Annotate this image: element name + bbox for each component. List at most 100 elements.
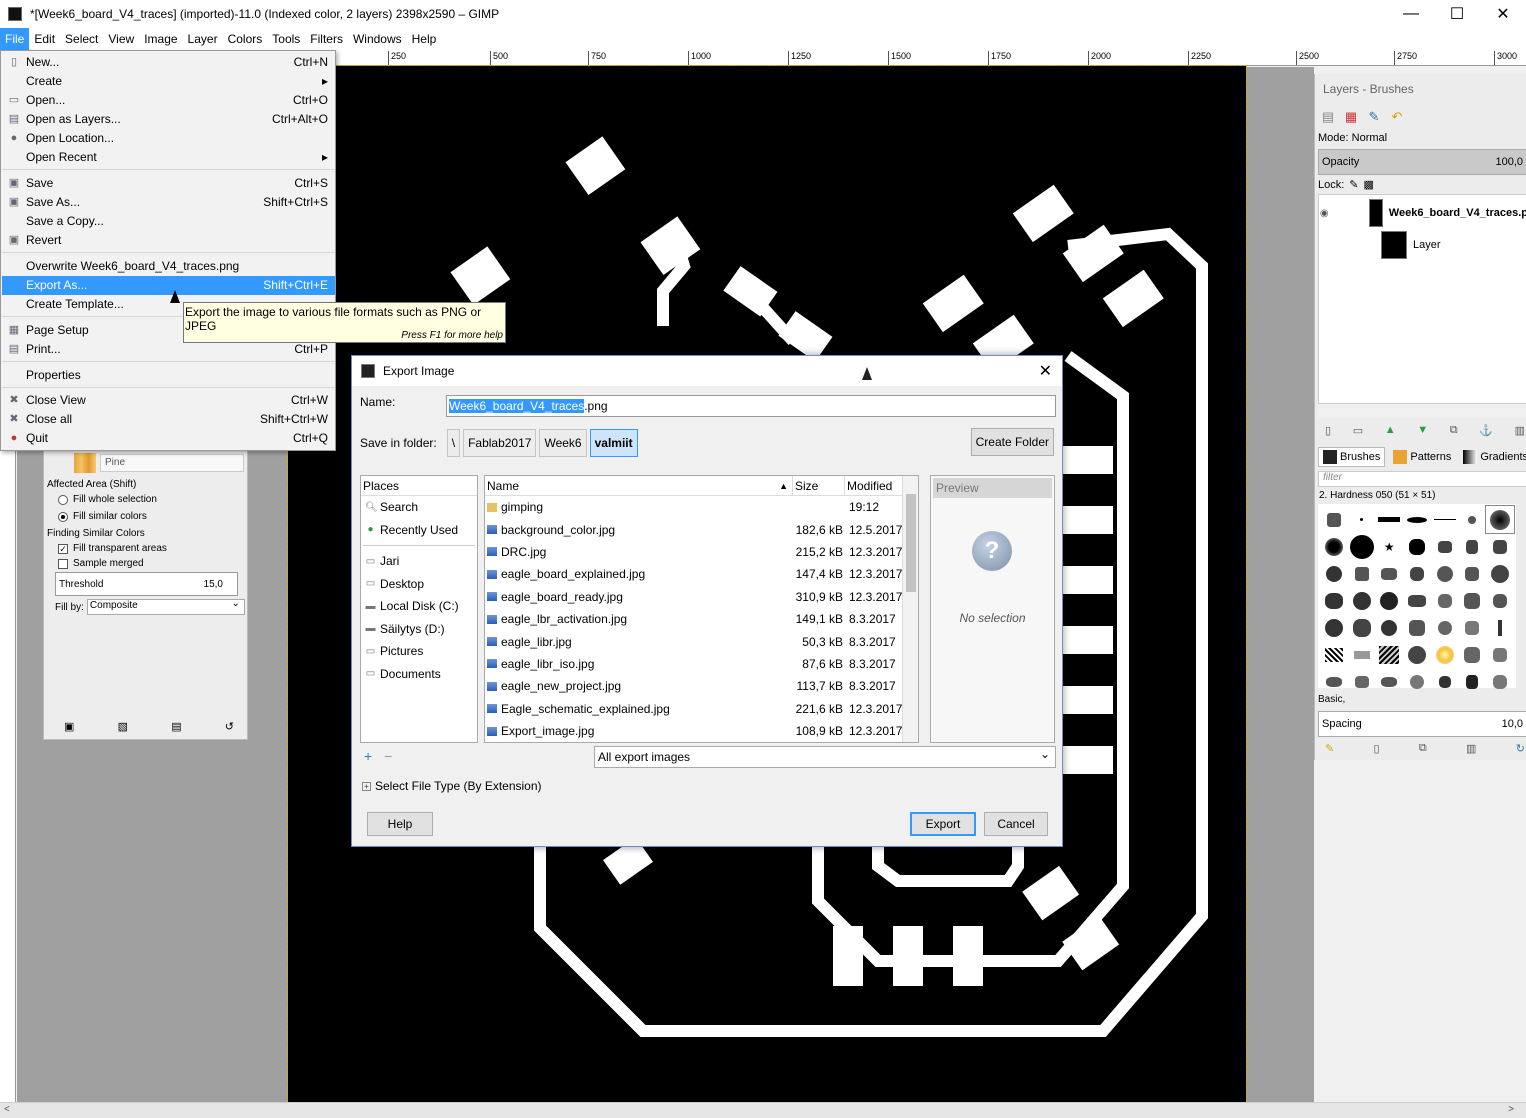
- brush-cell[interactable]: [1403, 587, 1431, 614]
- file-row[interactable]: background_color.jpg 182,6 kB 12.5.2017: [485, 518, 918, 540]
- pattern-swatch[interactable]: [74, 453, 96, 473]
- menu-image[interactable]: Image: [139, 28, 182, 50]
- select-file-type-expander[interactable]: + Select File Type (By Extension): [362, 779, 542, 793]
- brush-cell[interactable]: [1320, 668, 1348, 695]
- brush-cell[interactable]: [1375, 560, 1403, 587]
- brush-cell[interactable]: [1348, 668, 1376, 695]
- file-row[interactable]: Eagle_schematic_explained.jpg 221,6 kB 12.…: [485, 698, 918, 720]
- file-row[interactable]: eagle_libr.jpg 50,3 kB 8.3.2017: [485, 630, 918, 652]
- brush-cell[interactable]: [1320, 560, 1348, 587]
- anchor-layer-icon[interactable]: ⚓: [1479, 424, 1493, 437]
- delete-options-icon[interactable]: ▤: [171, 720, 181, 733]
- brush-cell[interactable]: [1431, 668, 1459, 695]
- brush-cell[interactable]: [1459, 668, 1487, 695]
- brush-cell[interactable]: [1320, 533, 1348, 560]
- scroll-left-arrow-icon[interactable]: <: [4, 1104, 10, 1115]
- fill-whole-radio[interactable]: [58, 494, 68, 505]
- channels-tab-icon[interactable]: ▦: [1342, 108, 1360, 126]
- menu-item-save-copy[interactable]: Save a Copy...: [2, 212, 335, 231]
- brush-cell[interactable]: [1375, 668, 1403, 695]
- brush-cell[interactable]: [1431, 587, 1459, 614]
- place-local-disk-c[interactable]: ▬ Local Disk (C:): [361, 595, 477, 618]
- save-options-icon[interactable]: ▣: [64, 720, 74, 733]
- delete-brush-icon[interactable]: ▥: [1466, 742, 1476, 755]
- menu-item-overwrite[interactable]: Overwrite Week6_board_V4_traces.png: [2, 257, 335, 276]
- brush-cell[interactable]: [1459, 587, 1487, 614]
- add-place-icon[interactable]: +: [364, 748, 372, 764]
- place-desktop[interactable]: ▭ Desktop: [361, 573, 477, 596]
- brush-cell[interactable]: [1431, 614, 1459, 641]
- undo-history-tab-icon[interactable]: ↶: [1388, 108, 1406, 126]
- menu-item-close-view[interactable]: ✖ Close View Ctrl+W: [2, 391, 335, 410]
- dialog-titlebar[interactable]: Export Image ✕: [352, 356, 1062, 386]
- scroll-right-arrow-icon[interactable]: >: [1508, 1104, 1514, 1115]
- layers-tab-icon[interactable]: ▤: [1319, 108, 1337, 126]
- column-modified[interactable]: Modified: [845, 476, 903, 495]
- menu-item-revert[interactable]: ▣ Revert: [2, 231, 335, 250]
- scrollbar-thumb[interactable]: [906, 494, 916, 592]
- brush-cell[interactable]: [1431, 533, 1459, 560]
- canvas-horizontal-scrollbar[interactable]: < >: [0, 1102, 1526, 1118]
- menu-windows[interactable]: Windows: [348, 28, 407, 50]
- layer-opacity-slider[interactable]: Opacity 100,0: [1318, 149, 1526, 175]
- breadcrumb-valmiit[interactable]: valmiit: [589, 429, 638, 457]
- menu-item-quit[interactable]: ● Quit Ctrl+Q: [2, 429, 335, 448]
- menu-item-new[interactable]: ▯ New... Ctrl+N: [2, 53, 335, 72]
- menu-help[interactable]: Help: [407, 28, 442, 50]
- brush-cell[interactable]: [1348, 641, 1376, 668]
- brush-cell[interactable]: [1403, 668, 1431, 695]
- brush-cell[interactable]: [1431, 506, 1459, 533]
- brush-cell[interactable]: [1486, 614, 1514, 641]
- menu-item-open-location[interactable]: ● Open Location...: [2, 129, 335, 148]
- column-name[interactable]: Name ▲: [485, 476, 793, 495]
- place-jari[interactable]: ▭ Jari: [361, 550, 477, 573]
- brush-cell[interactable]: [1375, 587, 1403, 614]
- menu-item-export-as[interactable]: Export As... Shift+Ctrl+E: [2, 276, 335, 295]
- menu-item-create[interactable]: Create ▸: [2, 72, 335, 91]
- breadcrumb-fablab2017[interactable]: Fablab2017: [463, 429, 537, 457]
- place-sailytys-d[interactable]: ▬ Säilytys (D:): [361, 618, 477, 641]
- export-button[interactable]: Export: [910, 812, 976, 836]
- brush-cell[interactable]: [1486, 587, 1514, 614]
- new-layer-icon[interactable]: ▯: [1325, 424, 1331, 437]
- sample-merged-option[interactable]: Sample merged: [58, 558, 144, 569]
- brush-spacing-slider[interactable]: Spacing 10,0: [1318, 711, 1526, 737]
- lower-layer-icon[interactable]: ▼: [1417, 424, 1428, 437]
- column-size[interactable]: Size: [793, 476, 845, 495]
- menu-item-save[interactable]: ▣ Save Ctrl+S: [2, 174, 335, 193]
- fill-similar-radio[interactable]: [58, 511, 68, 522]
- brush-cell[interactable]: [1486, 560, 1514, 587]
- layer-row[interactable]: ◉ Week6_board_V4_traces.p: [1319, 197, 1526, 229]
- place-pictures[interactable]: ▭ Pictures: [361, 640, 477, 663]
- new-layer-group-icon[interactable]: ▭: [1353, 424, 1363, 437]
- fill-transparent-option[interactable]: ✓ Fill transparent areas: [58, 543, 167, 554]
- fill-transparent-checkbox[interactable]: ✓: [58, 543, 68, 554]
- file-row[interactable]: gimping 19:12: [485, 496, 918, 518]
- minimize-button[interactable]: —: [1388, 0, 1434, 28]
- create-folder-button[interactable]: Create Folder: [970, 428, 1054, 456]
- place-search[interactable]: 🔍︎ Search: [361, 496, 477, 519]
- layer-list-scrollbar[interactable]: [1318, 404, 1526, 418]
- cancel-button[interactable]: Cancel: [984, 812, 1048, 836]
- tab-brushes[interactable]: Brushes: [1318, 447, 1386, 467]
- brush-cell[interactable]: [1459, 560, 1487, 587]
- duplicate-brush-icon[interactable]: ⧉: [1419, 742, 1427, 755]
- brush-grid[interactable]: ★: [1318, 504, 1516, 689]
- brush-cell[interactable]: [1431, 560, 1459, 587]
- file-row[interactable]: eagle_new_project.jpg 113,7 kB 8.3.2017: [485, 675, 918, 697]
- menu-layer[interactable]: Layer: [183, 28, 223, 50]
- file-row[interactable]: eagle_board_explained.jpg 147,4 kB 12.3.20…: [485, 563, 918, 585]
- menu-item-open-as-layers[interactable]: ▤ Open as Layers... Ctrl+Alt+O: [2, 110, 335, 129]
- reset-options-icon[interactable]: ↺: [225, 720, 234, 733]
- delete-layer-icon[interactable]: ▥: [1515, 424, 1525, 437]
- tab-patterns[interactable]: Patterns: [1389, 447, 1455, 467]
- brush-cell[interactable]: [1348, 506, 1376, 533]
- brush-cell[interactable]: ★: [1375, 533, 1403, 560]
- brush-cell[interactable]: [1375, 614, 1403, 641]
- menu-file[interactable]: File: [0, 28, 30, 50]
- breadcrumb-week6[interactable]: Week6: [539, 429, 587, 457]
- brush-cell[interactable]: [1320, 641, 1348, 668]
- brush-preset-select[interactable]: Basic,: [1318, 694, 1345, 705]
- paths-tab-icon[interactable]: ✎: [1365, 108, 1383, 126]
- place-recently-used[interactable]: ● Recently Used: [361, 519, 477, 542]
